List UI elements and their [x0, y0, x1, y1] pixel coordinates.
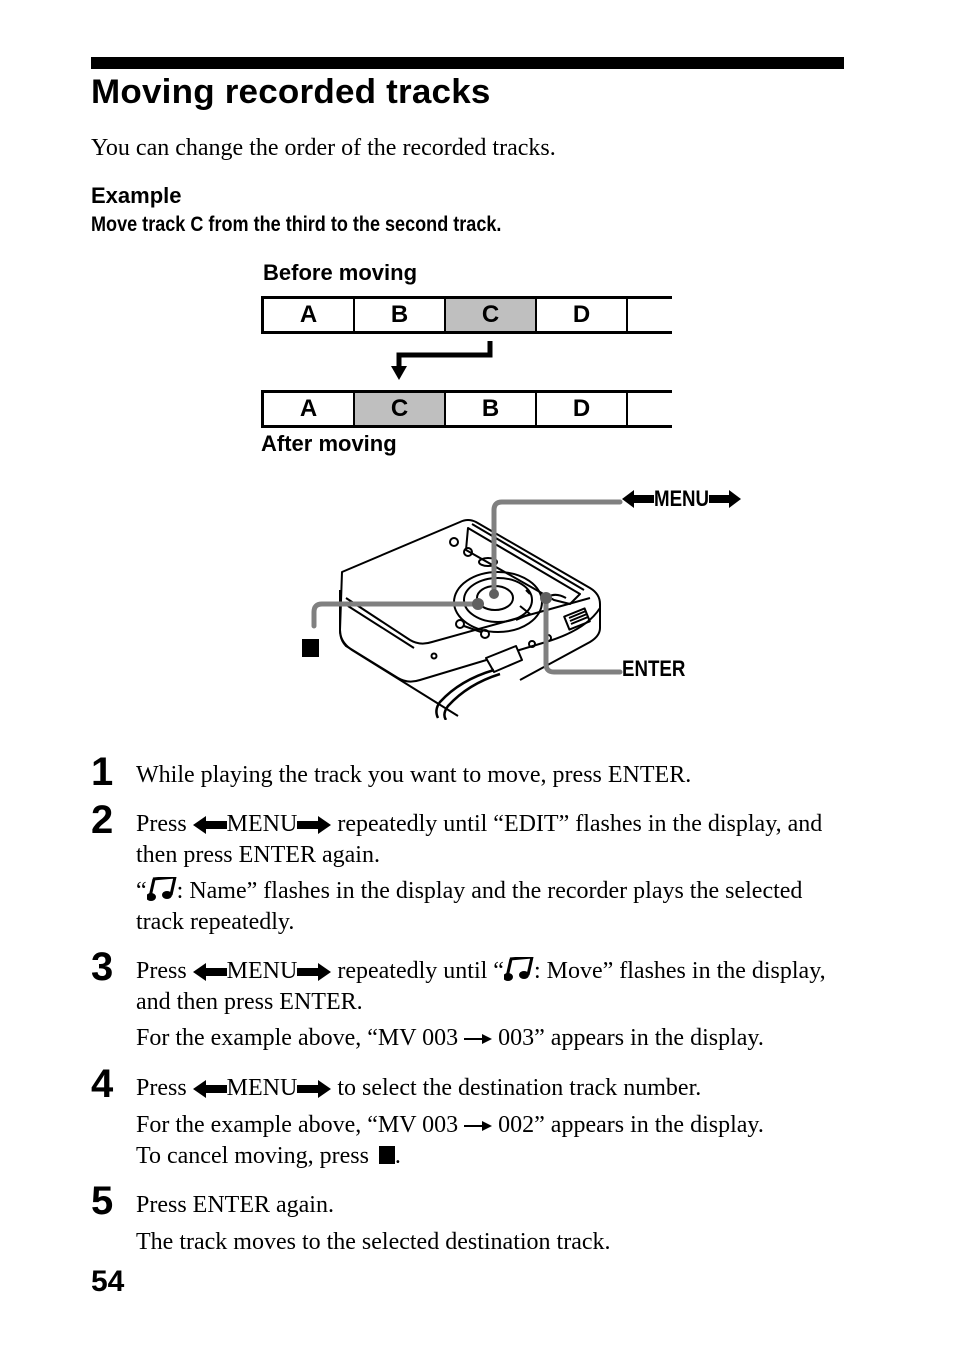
step-number: 1: [91, 750, 114, 794]
step-note: The track moves to the selected destinat…: [136, 1229, 611, 1255]
step-text-part: to select the destination track number.: [331, 1075, 702, 1101]
track-cell: A: [264, 393, 355, 425]
step-note-part: To cancel moving, press: [136, 1143, 375, 1169]
step-note-part: For the example above, “MV 003: [136, 1025, 465, 1051]
enter-dot: [540, 592, 552, 604]
thin-arrow-right-icon: [464, 1121, 493, 1132]
arrow-right-icon: [297, 816, 332, 835]
step-note: To cancel moving, press .: [136, 1141, 856, 1172]
example-subheading: Move track C from the third to the secon…: [91, 213, 502, 236]
track-cell: D: [537, 299, 628, 331]
step-text-part: Press: [136, 958, 193, 984]
step-note: “: Name” flashes in the display and the …: [136, 876, 856, 938]
example-heading: Example: [91, 183, 182, 208]
step-note-part: 002” appears in the display.: [492, 1112, 764, 1138]
menu-label: MENU: [654, 486, 710, 511]
arrow-left-icon: [622, 490, 654, 508]
music-note-icon: [146, 877, 177, 901]
track-cell-empty: [628, 393, 672, 425]
menu-button-ref: MENU: [226, 958, 298, 984]
enter-label: ENTER: [622, 656, 686, 681]
arrow-left-icon: [192, 1080, 227, 1099]
arrow-right-icon: [708, 490, 741, 508]
step-note-part: .: [394, 1143, 401, 1169]
menu-dot: [489, 589, 499, 599]
arrow-left-icon: [192, 963, 227, 982]
thin-arrow-right-icon: [464, 1034, 493, 1045]
stop-icon: [302, 639, 319, 657]
move-arrow-icon: [391, 341, 493, 380]
menu-button-ref: MENU: [226, 1075, 298, 1101]
header-rule: [91, 57, 844, 69]
step-text-part: Press: [136, 1075, 193, 1101]
step-text-part: Press: [136, 811, 193, 837]
step-note-part: For the example above, “MV 003: [136, 1112, 465, 1138]
step-text: While playing the track you want to move…: [136, 762, 692, 788]
step-text-part: repeatedly until “: [331, 958, 504, 984]
step-number: 3: [91, 945, 114, 989]
after-track-strip: A C B D: [261, 390, 672, 428]
recorder-body: [339, 519, 601, 720]
step-number: 4: [91, 1062, 114, 1106]
stop-dot: [472, 598, 484, 610]
track-cell: B: [355, 299, 446, 331]
step-text: Press ENTER again.: [136, 1192, 334, 1218]
before-track-strip: A B C D: [261, 296, 672, 334]
arrow-right-icon: [297, 963, 332, 982]
step-note-part: 003” appears in the display.: [492, 1025, 764, 1051]
step-number: 2: [91, 798, 114, 842]
arrow-left-icon: [192, 816, 227, 835]
menu-callout: MENU: [622, 486, 741, 512]
stop-icon: [378, 1146, 395, 1164]
intro-text: You can change the order of the recorded…: [91, 135, 556, 161]
step-number: 5: [91, 1179, 114, 1223]
track-cell-empty: [628, 299, 672, 331]
track-cell: D: [537, 393, 628, 425]
step-note: For the example above, “MV 003 002” appe…: [136, 1110, 856, 1141]
step-text: Press MENU to select the destination tra…: [136, 1073, 856, 1104]
arrow-right-icon: [297, 1080, 332, 1099]
music-note-icon: [503, 957, 534, 981]
step-text: Press MENU repeatedly until “EDIT” flash…: [136, 809, 856, 871]
page-number: 54: [91, 1265, 125, 1298]
track-cell-highlighted: C: [355, 393, 446, 425]
before-moving-label: Before moving: [263, 260, 418, 285]
step-text: Press MENU repeatedly until “: Move” fla…: [136, 956, 856, 1018]
step-note: For the example above, “MV 003 003” appe…: [136, 1023, 856, 1054]
page-title: Moving recorded tracks: [91, 73, 491, 111]
step-note-part: “: [136, 878, 147, 904]
md-recorder-illustration: [311, 499, 623, 720]
after-moving-label: After moving: [261, 431, 397, 456]
track-cell: B: [446, 393, 537, 425]
menu-button-ref: MENU: [226, 811, 298, 837]
step-note-part: : Name” flashes in the display and the r…: [136, 878, 803, 935]
track-cell-highlighted: C: [446, 299, 537, 331]
track-cell: A: [264, 299, 355, 331]
